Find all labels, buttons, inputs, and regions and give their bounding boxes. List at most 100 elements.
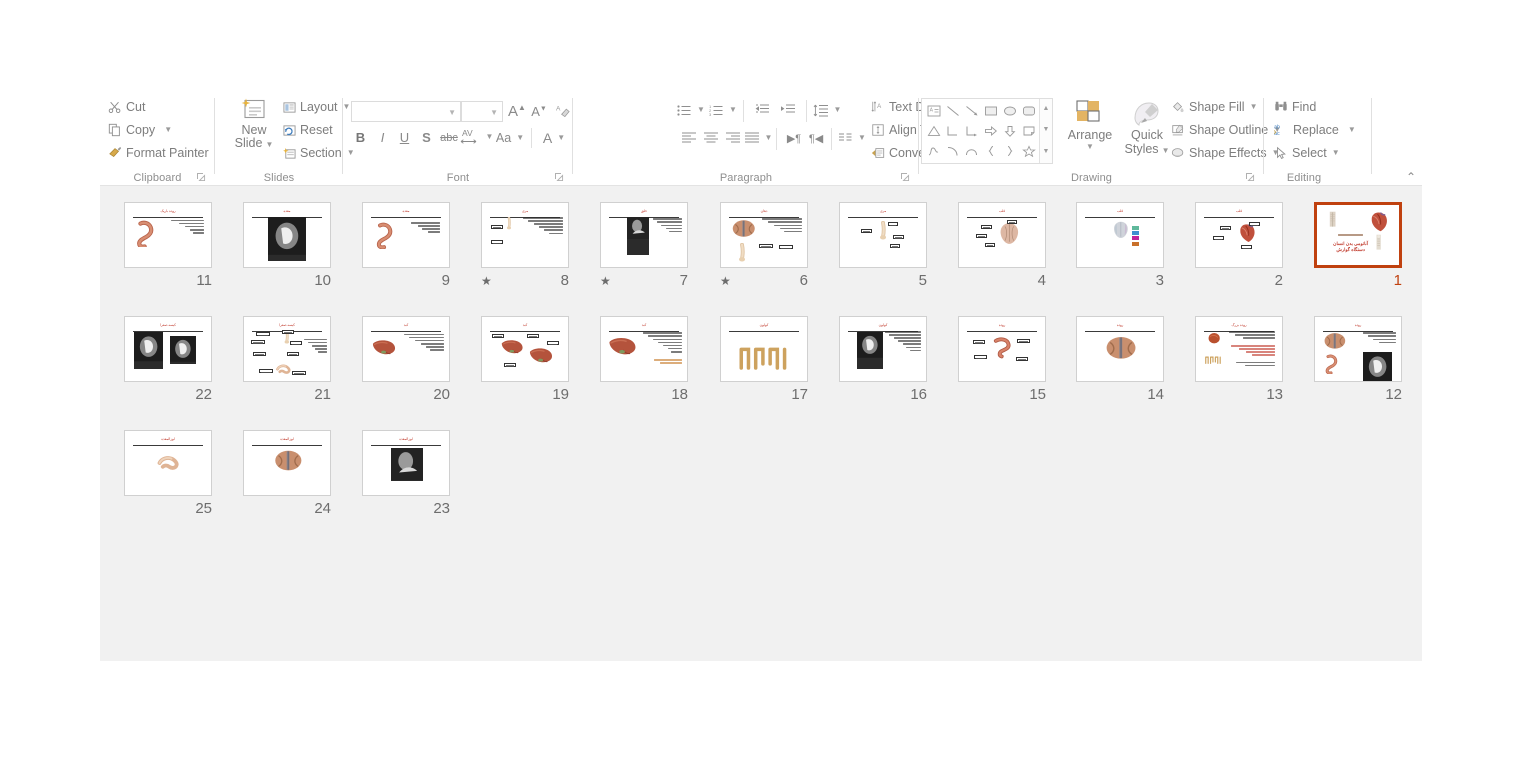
slide-preview[interactable]: معده — [243, 202, 331, 268]
character-spacing-button[interactable]: AV ▼ — [460, 126, 493, 147]
slide-preview[interactable]: کبد — [481, 316, 569, 382]
chevron-down-icon[interactable]: ▼ — [448, 108, 456, 117]
select-button[interactable]: Select ▼ — [1274, 146, 1340, 160]
slide-thumbnail-1[interactable]: آناتومی بدن انسان دستگاه گوارش 1 — [1314, 202, 1402, 294]
shape-text-box-icon[interactable]: A — [924, 101, 943, 121]
chevron-down-icon[interactable]: ▼ — [834, 106, 842, 114]
chevron-down-icon[interactable]: ▼ — [697, 106, 705, 114]
line-spacing-button[interactable]: ▼ — [813, 100, 841, 120]
slide-thumbnail-6[interactable]: دهان 6 ★ — [720, 202, 808, 294]
shape-rectangle-icon[interactable] — [981, 101, 1000, 121]
clipboard-dialog-launcher[interactable] — [196, 172, 207, 183]
italic-button[interactable]: I — [374, 128, 391, 147]
align-center-button[interactable] — [700, 128, 722, 148]
shape-fill-button[interactable]: Shape Fill ▼ — [1171, 100, 1258, 114]
clear-formatting-button[interactable]: A — [553, 101, 573, 122]
slide-preview[interactable]: قلب — [1195, 202, 1283, 268]
scroll-up-icon[interactable]: ▲ — [1040, 99, 1052, 118]
slide-thumbnail-15[interactable]: روده 15 — [958, 316, 1046, 408]
slide-thumbnail-5[interactable]: مری 5 — [839, 202, 927, 294]
slide-thumbnail-16[interactable]: کولون 16 — [839, 316, 927, 408]
slide-preview[interactable]: مری — [481, 202, 569, 268]
chevron-down-icon[interactable]: ▼ — [1332, 149, 1340, 157]
chevron-down-icon[interactable]: ▼ — [490, 108, 498, 117]
shape-folded-corner-icon[interactable] — [1019, 121, 1038, 141]
new-slide-button[interactable]: New Slide ▼ — [227, 96, 281, 150]
slide-thumbnail-4[interactable]: قلب 4 — [958, 202, 1046, 294]
slide-thumbnail-24[interactable]: لوزالمعده 24 — [243, 430, 331, 522]
rtl-paragraph-button[interactable]: ¶◀ — [805, 128, 827, 148]
slide-thumbnail-9[interactable]: معده 9 — [362, 202, 450, 294]
strikethrough-button[interactable]: abc — [438, 128, 460, 147]
slide-thumbnail-22[interactable]: کیسه صفرا 22 — [124, 316, 212, 408]
animation-star-icon[interactable]: ★ — [600, 275, 611, 287]
shape-left-brace-icon[interactable] — [981, 141, 1000, 161]
slide-thumbnail-7[interactable]: حلق 7 ★ — [600, 202, 688, 294]
chevron-down-icon[interactable]: ▼ — [729, 106, 737, 114]
shape-elbow-connector-icon[interactable] — [943, 121, 962, 141]
slide-preview[interactable]: لوزالمعده — [362, 430, 450, 496]
columns-button[interactable]: ▼ — [838, 128, 866, 148]
chevron-down-icon[interactable]: ▼ — [516, 133, 524, 142]
shape-arc-icon[interactable] — [943, 141, 962, 161]
slide-preview[interactable]: دهان — [720, 202, 808, 268]
chevron-down-icon[interactable]: ▼ — [858, 134, 866, 142]
paragraph-dialog-launcher[interactable] — [900, 172, 911, 183]
slide-thumbnail-25[interactable]: لوزالمعده 25 — [124, 430, 212, 522]
slide-preview[interactable]: روده — [1314, 316, 1402, 382]
shape-right-brace-icon[interactable] — [1000, 141, 1019, 161]
reset-button[interactable]: Reset — [283, 123, 333, 137]
slide-thumbnail-19[interactable]: کبد 19 — [481, 316, 569, 408]
slide-preview[interactable]: آناتومی بدن انسان دستگاه گوارش — [1314, 202, 1402, 268]
text-shadow-button[interactable]: S — [418, 128, 435, 147]
shape-triangle-icon[interactable] — [924, 121, 943, 141]
gallery-more-icon[interactable]: ▼ — [1040, 142, 1052, 161]
shape-oval-icon[interactable] — [1000, 101, 1019, 121]
shape-right-arrow-icon[interactable] — [981, 121, 1000, 141]
slide-preview[interactable]: کولون — [839, 316, 927, 382]
slide-preview[interactable]: قلب — [1076, 202, 1164, 268]
increase-indent-button[interactable] — [777, 100, 799, 120]
slide-thumbnail-8[interactable]: مری 8 ★ — [481, 202, 569, 294]
chevron-down-icon[interactable]: ▼ — [164, 126, 172, 134]
slide-thumbnail-23[interactable]: لوزالمعده 23 — [362, 430, 450, 522]
scroll-down-icon[interactable]: ▼ — [1040, 120, 1052, 139]
chevron-down-icon[interactable]: ▼ — [1348, 126, 1356, 134]
slide-preview[interactable]: حلق — [600, 202, 688, 268]
copy-button[interactable]: Copy ▼ — [108, 123, 172, 137]
animation-star-icon[interactable]: ★ — [481, 275, 492, 287]
underline-button[interactable]: U — [396, 128, 413, 147]
chevron-down-icon[interactable]: ▼ — [765, 134, 773, 142]
arrange-button[interactable]: Arrange ▼ — [1061, 98, 1119, 151]
slide-preview[interactable]: روده — [958, 316, 1046, 382]
slide-thumbnail-2[interactable]: قلب 2 — [1195, 202, 1283, 294]
chevron-down-icon[interactable]: ▼ — [486, 132, 494, 141]
chevron-down-icon[interactable]: ▼ — [1086, 143, 1094, 151]
slide-thumbnail-21[interactable]: کیسه صفرا 21 — [243, 316, 331, 408]
shapes-gallery[interactable]: A ▲ ▼ ▼ — [921, 98, 1053, 164]
decrease-font-size-button[interactable]: A▼ — [529, 101, 549, 122]
shape-curve-icon[interactable] — [962, 141, 981, 161]
shapes-gallery-scrollbar[interactable]: ▲ ▼ ▼ — [1039, 99, 1052, 163]
slide-thumbnail-20[interactable]: کبد 20 — [362, 316, 450, 408]
slide-preview[interactable]: لوزالمعده — [243, 430, 331, 496]
slide-thumbnail-18[interactable]: کبد 18 — [600, 316, 688, 408]
shape-rounded-rectangle-icon[interactable] — [1019, 101, 1038, 121]
slide-preview[interactable]: کبد — [362, 316, 450, 382]
chevron-down-icon[interactable]: ▼ — [557, 133, 565, 142]
font-dialog-launcher[interactable] — [554, 172, 565, 183]
shape-down-arrow-icon[interactable] — [1000, 121, 1019, 141]
align-right-button[interactable] — [722, 128, 744, 148]
shape-line-icon[interactable] — [943, 101, 962, 121]
slide-preview[interactable]: کیسه صفرا — [124, 316, 212, 382]
slide-preview[interactable]: لوزالمعده — [124, 430, 212, 496]
align-left-button[interactable] — [678, 128, 700, 148]
shape-elbow-arrow-connector-icon[interactable] — [962, 121, 981, 141]
layout-button[interactable]: Layout ▼ — [283, 100, 350, 114]
slide-thumbnail-14[interactable]: روده 14 — [1076, 316, 1164, 408]
shape-scribble-icon[interactable] — [924, 141, 943, 161]
slide-thumbnail-11[interactable]: روده باریک 11 — [124, 202, 212, 294]
slide-preview[interactable]: روده — [1076, 316, 1164, 382]
bullets-button[interactable]: ▼ — [677, 100, 705, 120]
slide-thumbnail-12[interactable]: روده 12 — [1314, 316, 1402, 408]
